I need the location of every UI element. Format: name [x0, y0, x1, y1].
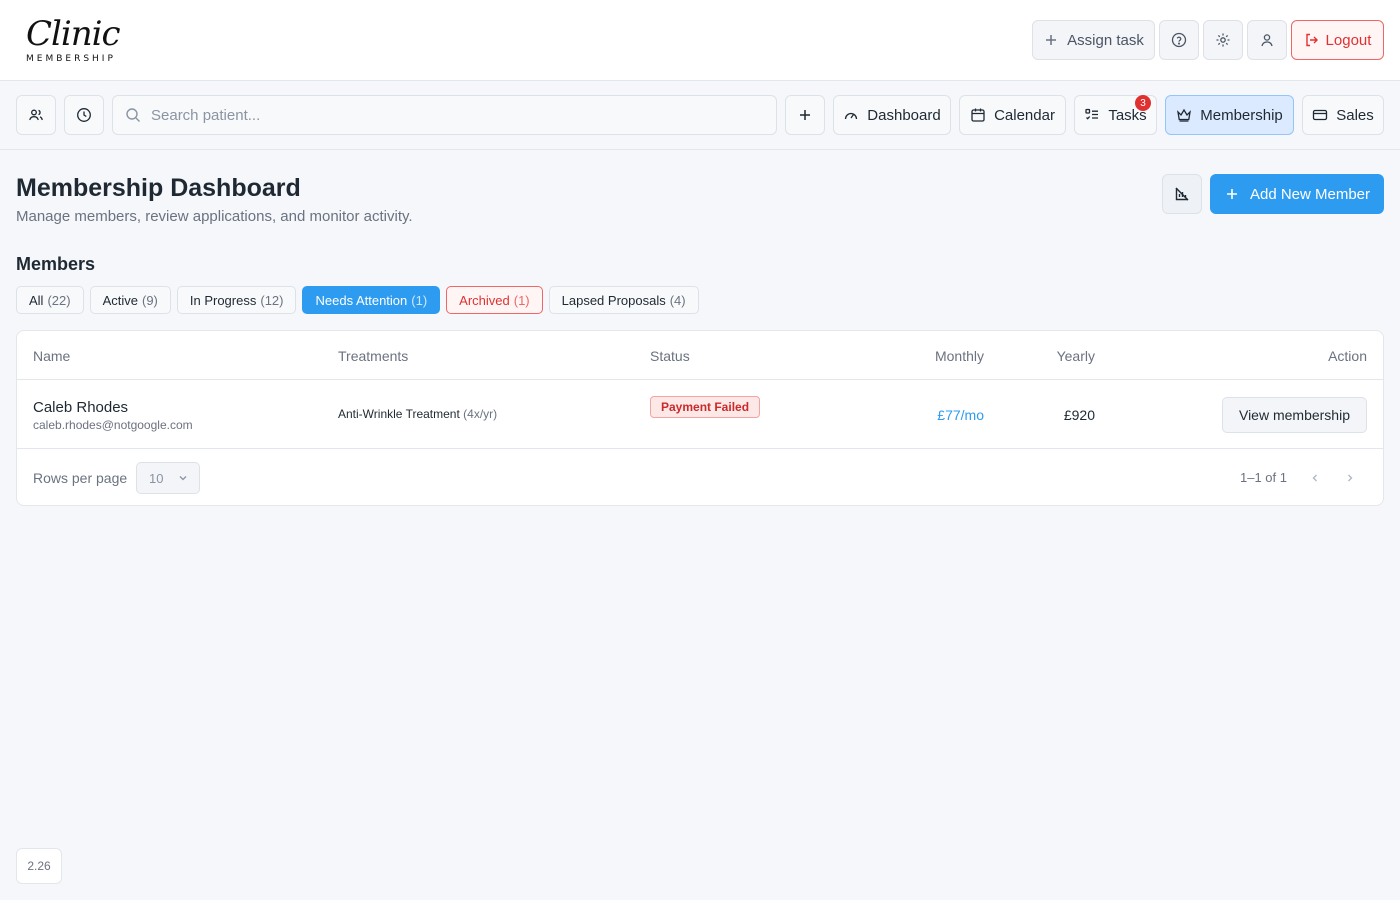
nav-calendar[interactable]: Calendar — [959, 95, 1066, 135]
crown-icon — [1177, 108, 1192, 122]
filter-label: All — [29, 292, 44, 308]
assign-task-label: Assign task — [1067, 31, 1144, 49]
add-new-member-label: Add New Member — [1249, 185, 1371, 203]
members-section-title: Members — [16, 254, 96, 274]
users-icon — [29, 109, 43, 121]
settings-button[interactable] — [1203, 20, 1243, 60]
filter-in-progress[interactable]: In Progress (12) — [176, 286, 297, 314]
plus-icon — [1226, 189, 1237, 199]
toggle-chart-button[interactable] — [1162, 174, 1202, 214]
filter-label: Active — [102, 292, 138, 308]
history-button[interactable] — [64, 95, 104, 135]
filter-count: (22) — [47, 292, 71, 308]
plus-icon — [1046, 35, 1057, 45]
column-header-action: Action — [1328, 348, 1367, 364]
column-header-name[interactable]: Name — [33, 348, 70, 364]
column-header-status[interactable]: Status — [650, 348, 690, 364]
treatment-name: Anti-Wrinkle Treatment — [338, 407, 460, 421]
logout-label: Logout — [1325, 31, 1372, 49]
nav-membership-label: Membership — [1200, 106, 1283, 124]
tasks-count-badge: 3 — [1135, 95, 1151, 111]
member-filter-tabs: All (22) Active (9) In Progress (12) Needs … — [16, 286, 699, 314]
previous-page-button[interactable] — [1305, 468, 1325, 488]
clock-icon — [77, 108, 91, 122]
filter-label: In Progress — [189, 292, 257, 308]
clinic-logo[interactable]: Clinic MEMBERSHIP — [16, 8, 130, 70]
next-page-button[interactable] — [1340, 468, 1360, 488]
row-divider — [17, 448, 1383, 449]
filter-count: (1) — [513, 292, 530, 308]
yearly-price: £920 — [1063, 407, 1095, 423]
assign-task-button[interactable]: Assign task — [1032, 20, 1155, 60]
add-new-member-button[interactable]: Add New Member — [1210, 174, 1384, 214]
nav-tasks[interactable]: Tasks 3 — [1074, 95, 1157, 135]
search-input[interactable] — [151, 106, 751, 124]
filter-label: Needs Attention — [315, 292, 408, 308]
app-version: 2.26 — [16, 848, 62, 884]
page-subtitle: Manage members, review applications, and… — [16, 208, 413, 225]
member-name: Caleb Rhodes — [33, 399, 129, 416]
filter-count: (4) — [669, 292, 686, 308]
search-bar[interactable] — [112, 95, 777, 135]
rows-per-page-value: 10 — [149, 470, 164, 486]
gear-icon — [1216, 33, 1230, 47]
quick-add-button[interactable] — [785, 95, 825, 135]
pagination-range: 1–1 of 1 — [1240, 470, 1287, 485]
patients-button[interactable] — [16, 95, 56, 135]
filter-count: (1) — [411, 292, 428, 308]
treatment-frequency: (4x/yr) — [463, 407, 498, 421]
header-divider — [17, 379, 1383, 380]
logout-icon — [1305, 33, 1318, 47]
chevron-left-icon — [1312, 474, 1317, 482]
profile-button[interactable] — [1247, 20, 1287, 60]
filter-count: (9) — [141, 292, 158, 308]
chevron-down-icon — [180, 476, 187, 481]
filter-needs-attention[interactable]: Needs Attention (1) — [302, 286, 441, 314]
nav-calendar-label: Calendar — [994, 106, 1055, 124]
members-table: Name Treatments Status Monthly Yearly Ac… — [16, 330, 1384, 506]
nav-sales[interactable]: Sales — [1302, 95, 1384, 135]
filter-lapsed-proposals[interactable]: Lapsed Proposals (4) — [548, 286, 699, 314]
chart-off-icon — [1175, 187, 1189, 201]
filter-archived[interactable]: Archived (1) — [446, 286, 543, 314]
top-header: Clinic MEMBERSHIP Assign task Logout — [0, 0, 1400, 81]
member-treatment: Anti-Wrinkle Treatment (4x/yr) — [338, 407, 497, 421]
rows-per-page-label: Rows per page — [33, 470, 128, 486]
nav-dashboard[interactable]: Dashboard — [833, 95, 951, 135]
rows-per-page-select[interactable]: 10 — [136, 462, 200, 494]
nav-membership[interactable]: Membership — [1165, 95, 1294, 135]
nav-sales-label: Sales — [1336, 106, 1374, 124]
checklist-icon — [1085, 108, 1099, 120]
gauge-icon — [845, 112, 858, 120]
status-badge: Payment Failed — [650, 396, 761, 418]
filter-count: (12) — [260, 292, 284, 308]
filter-all[interactable]: All (22) — [16, 286, 84, 314]
filter-label: Lapsed Proposals — [561, 292, 666, 308]
member-email: caleb.rhodes@notgoogle.com — [33, 418, 193, 432]
user-icon — [1261, 34, 1273, 47]
logo-subtitle: MEMBERSHIP — [26, 54, 116, 64]
credit-card-icon — [1313, 109, 1328, 121]
filter-active[interactable]: Active (9) — [89, 286, 171, 314]
logo-script: Clinic — [26, 14, 121, 54]
help-button[interactable] — [1159, 20, 1199, 60]
help-circle-icon — [1171, 32, 1187, 48]
monthly-price: £77/mo — [937, 407, 984, 423]
chevron-right-icon — [1348, 474, 1353, 482]
column-header-monthly[interactable]: Monthly — [935, 348, 984, 364]
plus-icon — [800, 110, 810, 120]
view-membership-button[interactable]: View membership — [1222, 397, 1367, 433]
search-icon — [126, 108, 140, 122]
column-header-yearly[interactable]: Yearly — [1057, 348, 1095, 364]
column-header-treatments[interactable]: Treatments — [338, 348, 408, 364]
nav-bar: Dashboard Calendar Tasks 3 Membership Sa… — [0, 81, 1400, 150]
filter-label: Archived — [459, 292, 510, 308]
calendar-icon — [971, 108, 985, 122]
nav-dashboard-label: Dashboard — [867, 106, 941, 124]
page-title: Membership Dashboard — [16, 174, 301, 202]
logout-button[interactable]: Logout — [1291, 20, 1384, 60]
